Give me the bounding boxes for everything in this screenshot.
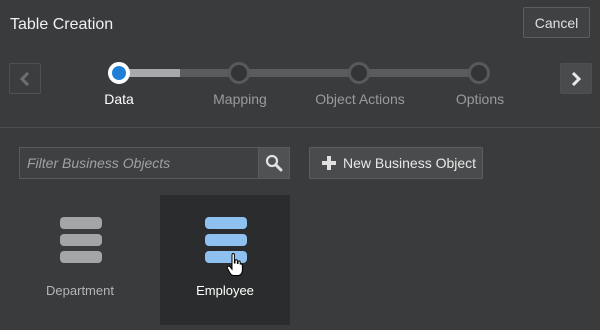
- step-track-progress: [128, 69, 180, 77]
- hand-cursor-icon: [226, 253, 243, 276]
- step-label-data[interactable]: Data: [59, 91, 179, 107]
- plus-icon: [322, 156, 336, 170]
- database-icon: [60, 217, 102, 263]
- step-node-object-actions[interactable]: [348, 62, 370, 84]
- new-business-object-button[interactable]: New Business Object: [309, 147, 483, 179]
- next-step-button[interactable]: [560, 63, 592, 94]
- filter-business-objects-input[interactable]: [19, 147, 258, 179]
- new-business-object-label: New Business Object: [343, 155, 477, 171]
- step-node-mapping[interactable]: [228, 62, 250, 84]
- step-track-segment: [249, 69, 351, 77]
- chevron-left-icon: [19, 71, 30, 86]
- previous-step-button[interactable]: [9, 63, 41, 94]
- business-object-tile-department[interactable]: Department: [15, 195, 145, 325]
- table-creation-dialog: Table Creation Cancel Data Mapping Objec…: [0, 0, 600, 330]
- dialog-title: Table Creation: [10, 16, 114, 33]
- step-track-segment: [180, 69, 230, 77]
- dialog-header: Table Creation Cancel: [0, 0, 600, 48]
- chevron-right-icon: [571, 71, 582, 86]
- step-train: [0, 48, 600, 128]
- step-label-object-actions[interactable]: Object Actions: [300, 91, 420, 107]
- search-button[interactable]: [258, 147, 290, 179]
- search-icon: [265, 154, 283, 172]
- business-object-label: Employee: [196, 283, 254, 298]
- cancel-button[interactable]: Cancel: [523, 7, 590, 38]
- business-object-label: Department: [46, 283, 114, 298]
- step-node-options[interactable]: [468, 62, 490, 84]
- step-label-options[interactable]: Options: [420, 91, 540, 107]
- step-track-segment: [369, 69, 471, 77]
- step-label-mapping[interactable]: Mapping: [180, 91, 300, 107]
- step-node-data[interactable]: [108, 62, 130, 84]
- business-object-tile-employee[interactable]: Employee: [160, 195, 290, 325]
